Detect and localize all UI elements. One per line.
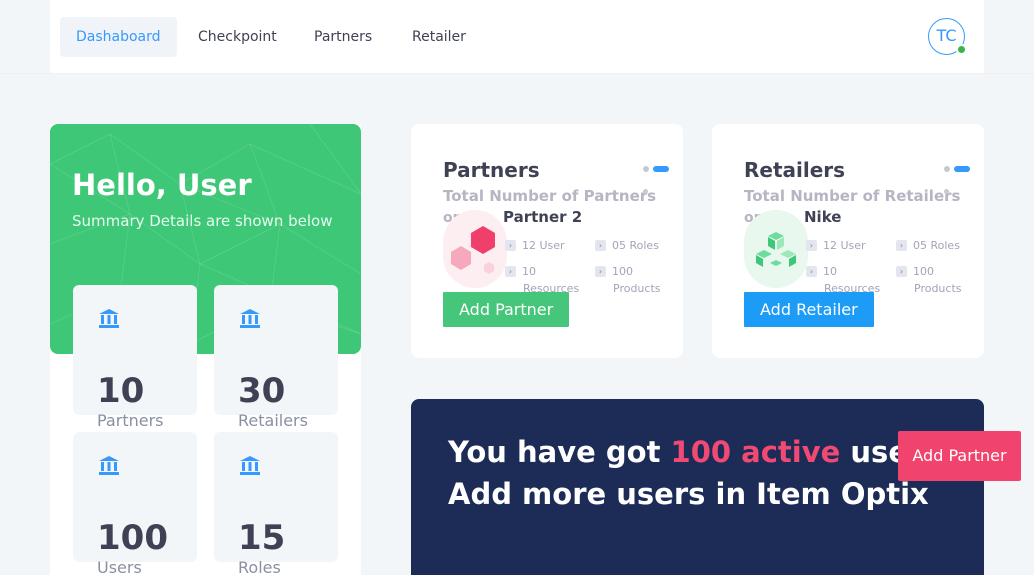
nav-tab-dashboard[interactable]: Dashaboard [60,17,177,57]
stat-tile-roles[interactable]: 15 Roles [214,432,338,575]
bank-icon [240,456,260,475]
stat-tile-partners[interactable]: 10 Partners [73,285,197,430]
retailer-users: › 12 User [806,237,866,254]
stat-value: 100 [97,518,168,558]
nav-tab-partners[interactable]: Partners [298,17,388,57]
carousel-dots[interactable] [944,166,974,172]
partner-users: › 12 User [505,237,565,254]
chevron-right-icon: › [505,266,516,277]
card-subtitle: Total Number of Partners [443,187,657,205]
chevron-right-icon: › [896,266,907,277]
cubes-logo-icon [756,232,796,267]
card-title: Partners [443,158,540,182]
chevron-right-icon: › [505,240,516,251]
bank-icon [99,456,119,475]
retailer-name: Nike [804,208,842,226]
top-navbar: Dashaboard Checkpoint Partners Retailer … [50,0,984,73]
card-title: Retailers [744,158,846,182]
chevron-right-icon: › [806,266,817,277]
add-partner-button[interactable]: Add Partner [443,292,570,327]
partner-logo [443,210,507,288]
chevron-right-icon: › [806,240,817,251]
nav-tab-retailer[interactable]: Retailer [396,17,482,57]
partner-name: Partner 2 [503,208,583,226]
add-retailer-button[interactable]: Add Retailer [744,292,874,327]
banner-headline: You have got 100 active users. [448,435,951,469]
banner-add-partner-button[interactable]: Add Partner [898,431,1021,481]
retailer-products: › 100 Products [896,263,962,297]
stat-tile-users[interactable]: 100 Users [73,432,197,575]
active-users-highlight: 100 active [670,435,841,469]
chevron-right-icon: › [595,266,606,277]
stat-label: Retailers [238,411,308,430]
chevron-right-icon: › [595,240,606,251]
retailer-roles: › 05 Roles [896,237,960,254]
partner-roles: › 05 Roles [595,237,659,254]
carousel-dots[interactable] [643,166,673,172]
online-status-icon [956,44,967,55]
bank-icon [99,309,119,328]
hello-title: Hello, User [72,168,252,202]
stat-label: Partners [97,411,164,430]
indicator-dot [944,189,949,194]
stat-value: 15 [238,518,286,558]
divider [0,73,1034,74]
stat-value: 30 [238,371,286,411]
retailer-logo [744,210,808,288]
nav-tab-checkpoint[interactable]: Checkpoint [182,17,293,57]
hello-subtitle: Summary Details are shown below [72,212,333,230]
stat-label: Roles [238,558,281,575]
bank-icon [240,309,260,328]
hexagon-logo-icon [451,226,495,274]
card-subtitle: Total Number of Retailers [744,187,961,205]
chevron-right-icon: › [896,240,907,251]
stat-label: Users [97,558,142,575]
avatar-initials: TC [936,26,957,45]
stat-tile-retailers[interactable]: 30 Retailers [214,285,338,430]
partners-card: Partners Total Number of Partners or Par… [411,124,683,358]
user-avatar[interactable]: TC [928,18,967,55]
banner-subline: Add more users in Item Optix [448,477,929,511]
retailers-card: Retailers Total Number of Retailers or N… [712,124,984,358]
indicator-dot [643,189,648,194]
active-users-banner: You have got 100 active users. Add more … [411,399,984,575]
partner-products: › 100 Products [595,263,661,297]
stat-value: 10 [97,371,145,411]
